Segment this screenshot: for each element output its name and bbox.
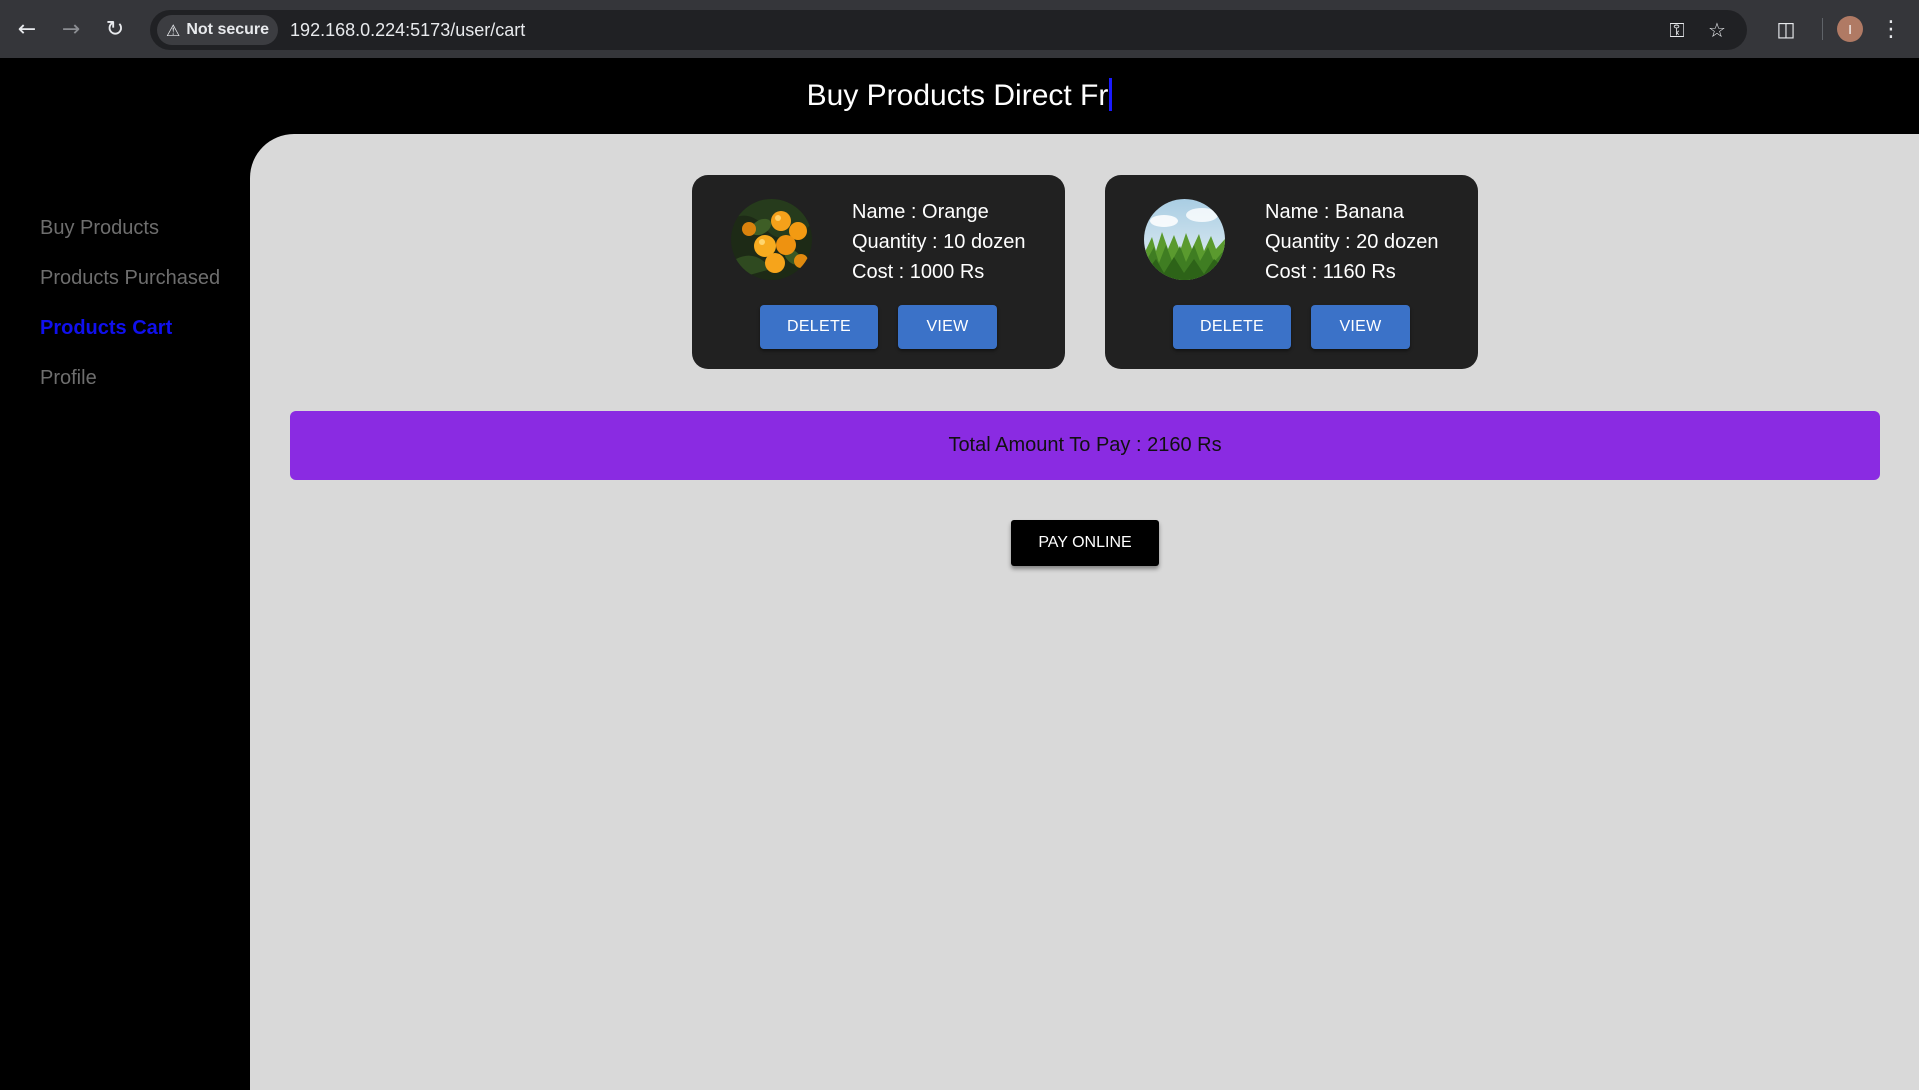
total-amount-banner: Total Amount To Pay : 2160 Rs	[290, 411, 1880, 480]
key-icon[interactable]: ⚿	[1657, 18, 1697, 42]
delete-button[interactable]: DELETE	[760, 305, 878, 349]
sidebar-item-profile[interactable]: Profile	[40, 367, 97, 390]
product-image-orange	[731, 199, 812, 280]
cart-item-details: Name : Orange Quantity : 10 dozen Cost :…	[852, 197, 1025, 287]
product-quantity: Quantity : 20 dozen	[1265, 231, 1439, 253]
delete-button[interactable]: DELETE	[1173, 305, 1291, 349]
address-bar[interactable]: ⚠ Not secure 192.168.0.224:5173/user/car…	[150, 10, 1747, 50]
product-cost: Cost : 1000 Rs	[852, 261, 985, 283]
product-name: Name : Banana	[1265, 201, 1404, 223]
page-title: Buy Products Direct Fr	[806, 78, 1113, 114]
cart-item-card: Name : Orange Quantity : 10 dozen Cost :…	[692, 175, 1065, 369]
cart-item-details: Name : Banana Quantity : 20 dozen Cost :…	[1265, 197, 1438, 287]
product-name: Name : Orange	[852, 201, 989, 223]
page-header: Buy Products Direct Fr	[0, 58, 1919, 134]
toolbar-divider	[1822, 18, 1823, 40]
extensions-icon[interactable]: ◫	[1766, 17, 1806, 41]
security-label: Not secure	[186, 21, 270, 38]
sidebar-item-products-purchased[interactable]: Products Purchased	[40, 267, 220, 290]
page-title-text: Buy Products Direct Fr	[806, 78, 1109, 112]
back-icon[interactable]: ←	[8, 10, 46, 48]
pay-online-button[interactable]: PAY ONLINE	[1011, 520, 1159, 566]
view-button[interactable]: VIEW	[1311, 305, 1410, 349]
profile-avatar[interactable]: I	[1837, 16, 1863, 42]
text-cursor	[1109, 78, 1113, 112]
sidebar: Buy Products Products Purchased Products…	[0, 134, 250, 1090]
total-amount-text: Total Amount To Pay : 2160 Rs	[948, 434, 1222, 456]
warning-icon: ⚠	[166, 20, 181, 40]
forward-icon[interactable]: →	[52, 10, 90, 48]
url-text[interactable]: 192.168.0.224:5173/user/cart	[290, 20, 525, 41]
star-icon[interactable]: ☆	[1697, 18, 1737, 42]
reload-icon[interactable]: ↻	[96, 10, 134, 48]
cart-item-card: Name : Banana Quantity : 20 dozen Cost :…	[1105, 175, 1478, 369]
browser-toolbar: ← → ↻ ⚠ Not secure 192.168.0.224:5173/us…	[0, 0, 1919, 58]
main-content: Name : Orange Quantity : 10 dozen Cost :…	[250, 134, 1919, 1090]
product-cost: Cost : 1160 Rs	[1265, 261, 1396, 283]
product-quantity: Quantity : 10 dozen	[852, 231, 1026, 253]
view-button[interactable]: VIEW	[898, 305, 997, 349]
menu-icon[interactable]: ⋮	[1873, 17, 1909, 42]
security-chip[interactable]: ⚠ Not secure	[157, 15, 279, 45]
sidebar-item-products-cart[interactable]: Products Cart	[40, 317, 172, 340]
sidebar-item-buy-products[interactable]: Buy Products	[40, 217, 159, 240]
product-image-banana	[1144, 199, 1225, 280]
